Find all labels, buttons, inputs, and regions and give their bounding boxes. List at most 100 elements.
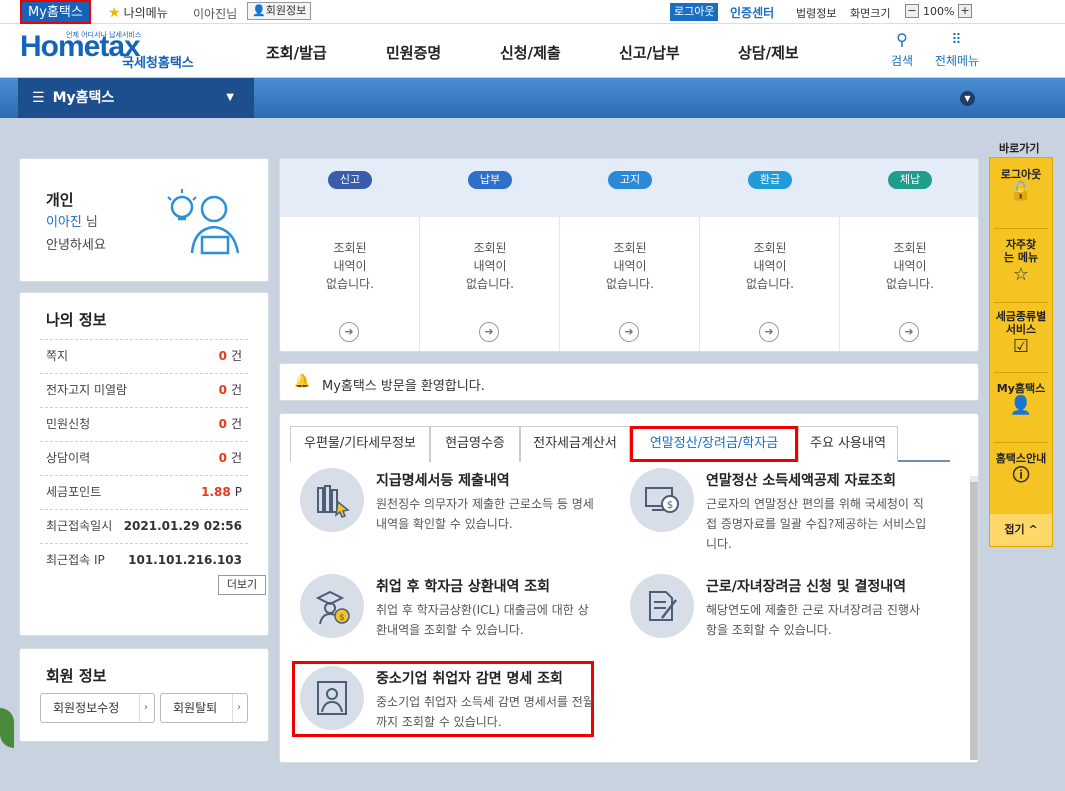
welcome-notice: 🔔 My홈택스 방문을 환영합니다. — [279, 363, 979, 401]
hometax-logo[interactable]: 언제 어디서나 납세서비스 Hometax 국세청홈택스 — [20, 30, 200, 74]
quick-favorites[interactable]: 자주찾는 메뉴 ☆ — [990, 238, 1052, 285]
info-count: 0 — [218, 349, 227, 363]
service-title: 취업 후 학자금 상환내역 조회 — [376, 579, 551, 595]
nav-report-pay[interactable]: 신고/납부 — [619, 42, 680, 63]
status-panel: 신고 조회된 내역이 없습니다. ➜ 납부 조회된 내역이 없습니다. ➜ 고지 조회된… — [279, 158, 979, 352]
member-info-button[interactable]: 👤회원정보 — [247, 2, 312, 20]
tab-mail[interactable]: 우편물/기타세무정보 — [290, 426, 430, 462]
status-badge: 신고 — [328, 171, 372, 189]
info-label: 전자고지 미열람 — [46, 383, 128, 397]
search-icon: ⚲ — [896, 30, 908, 49]
info-label: 쪽지 — [46, 349, 69, 363]
tab-cash-receipt[interactable]: 현금영수증 — [430, 426, 520, 462]
zoom-in-button[interactable]: + — [958, 4, 972, 18]
nav-civil-cert[interactable]: 민원증명 — [386, 42, 441, 63]
leaf-decoration — [0, 708, 14, 748]
quick-logout[interactable]: 로그아웃 🔓 — [990, 168, 1052, 202]
service-sme-exemption[interactable]: 중소기업 취업자 감면 명세 조회 중소기업 취업자 소득세 감면 명세서를 전… — [300, 666, 600, 752]
nav-inquiry[interactable]: 조회/발급 — [266, 42, 327, 63]
bell-icon: 🔔 — [294, 374, 311, 389]
info-row-e-notice[interactable]: 전자고지 미열람 0 건 — [40, 373, 248, 406]
chevron-up-icon: ^ — [1028, 523, 1038, 536]
arrow-right-icon[interactable]: ➜ — [899, 322, 919, 342]
collapse-label: 접기 — [1004, 523, 1025, 536]
info-row-consult[interactable]: 상담이력 0 건 — [40, 441, 248, 474]
quick-my-hometax[interactable]: My홈택스 👤 — [990, 382, 1052, 415]
service-payment-statement[interactable]: 지급명세서등 제출내역 원천징수 의무자가 제출한 근로소득 등 명세내역을 확… — [300, 468, 600, 554]
my-hometax-dropdown[interactable]: ☰ My홈택스 ▼ — [18, 78, 254, 118]
info-unit: 건 — [230, 383, 242, 397]
info-value: 101.101.216.103 — [128, 553, 242, 567]
withdraw-button[interactable]: 회원탈퇴 › — [160, 693, 248, 723]
chevron-down-icon[interactable]: ▼ — [960, 91, 975, 106]
service-desc: 원천징수 의무자가 제출한 근로소득 등 명세내역을 확인할 수 있습니다. — [376, 497, 594, 531]
tab-e-invoice[interactable]: 전자세금계산서 — [520, 426, 630, 462]
info-count: 0 — [218, 451, 227, 465]
nav-apply[interactable]: 신청/제출 — [500, 42, 561, 63]
all-menu-button[interactable]: ⠿ 전체메뉴 — [930, 32, 984, 69]
service-tabs: 우편물/기타세무정보 현금영수증 전자세금계산서 연말정산/장려금/학자금 주요… — [290, 426, 950, 462]
info-row-tax-point[interactable]: 세금포인트 1.88 P — [40, 475, 248, 508]
status-message: 조회된 내역이 없습니다. — [466, 241, 514, 291]
scrollbar-thumb[interactable] — [970, 482, 978, 760]
search-button[interactable]: ⚲ 검색 — [888, 32, 916, 69]
edit-member-label: 회원정보수정 — [53, 701, 120, 715]
info-unit: 건 — [230, 349, 242, 363]
edit-member-button[interactable]: 회원정보수정 › — [40, 693, 155, 723]
zoom-out-button[interactable]: − — [905, 4, 919, 18]
my-menu-link[interactable]: ★ 나의메뉴 — [108, 4, 168, 21]
checkbox-icon: ☑ — [1012, 336, 1030, 357]
quick-links-title: 바로가기 — [999, 142, 1040, 155]
member-info-label: 회원정보 — [265, 4, 307, 17]
arrow-right-icon[interactable]: ➜ — [759, 322, 779, 342]
quick-label: My홈택스 — [996, 382, 1046, 395]
arrow-right-icon[interactable]: ➜ — [479, 322, 499, 342]
info-count: 0 — [218, 417, 227, 431]
arrow-right-icon[interactable]: ➜ — [339, 322, 359, 342]
quick-links-bar: 로그아웃 🔓 자주찾는 메뉴 ☆ 세금종류별 서비스 ☑ My홈택스 👤 홈택스안내 🛈 … — [989, 157, 1053, 547]
tab-usage[interactable]: 주요 사용내역 — [798, 426, 898, 462]
caret-down-icon: ▼ — [226, 92, 234, 103]
status-badge: 환급 — [748, 171, 792, 189]
greeting-text: 안녕하세요 — [46, 238, 106, 253]
star-icon: ☆ — [1012, 264, 1030, 285]
logout-button[interactable]: 로그아웃 — [670, 3, 719, 21]
all-menu-label: 전체메뉴 — [934, 54, 980, 68]
user-greeting-name: 이아진 님 — [46, 211, 98, 230]
user-icon: 👤 — [252, 4, 266, 17]
nav-consult[interactable]: 상담/제보 — [738, 42, 799, 63]
service-work-incentive[interactable]: 근로/자녀장려금 신청 및 결정내역 해당연도에 제출한 근로 자녀장려금 진행… — [630, 574, 930, 660]
info-row-note[interactable]: 쪽지 0 건 — [40, 339, 248, 372]
status-message: 조회된 내역이 없습니다. — [326, 241, 374, 291]
info-row-civil[interactable]: 민원신청 0 건 — [40, 407, 248, 440]
more-button[interactable]: 더보기 — [218, 575, 266, 595]
star-icon: ★ — [108, 5, 121, 21]
law-info-link[interactable]: 법령정보 — [796, 5, 836, 21]
service-student-loan[interactable]: $ 취업 후 학자금 상환내역 조회 취업 후 학자금상환(ICL) 대출금에 … — [300, 574, 600, 660]
info-unit: 건 — [230, 451, 242, 465]
quick-tax-services[interactable]: 세금종류별 서비스 ☑ — [990, 310, 1052, 357]
status-message: 조회된 내역이 없습니다. — [606, 241, 654, 291]
service-year-end-data[interactable]: $ 연말정산 소득세액공제 자료조회 근로자의 연말정산 편의를 위해 국세청이… — [630, 468, 930, 554]
info-row-last-ip: 최근접속 IP 101.101.216.103 — [40, 543, 248, 576]
grid-icon: ⠿ — [951, 32, 963, 48]
document-pen-icon — [630, 574, 694, 638]
logo-subname: 국세청홈택스 — [122, 56, 194, 71]
status-refund: 환급 조회된 내역이 없습니다. ➜ — [700, 159, 840, 351]
scrollbar[interactable] — [970, 476, 978, 760]
tab-year-end[interactable]: 연말정산/장려금/학자금 — [630, 426, 798, 462]
info-unit: P — [234, 485, 242, 499]
unlock-icon: 🔓 — [1009, 181, 1033, 202]
quick-label: 홈택스안내 — [995, 452, 1047, 465]
status-payment: 납부 조회된 내역이 없습니다. ➜ — [420, 159, 560, 351]
my-menu-label: 나의메뉴 — [123, 6, 168, 20]
chevron-right-icon: › — [139, 694, 148, 722]
quick-guide[interactable]: 홈택스안내 🛈 — [990, 452, 1052, 485]
arrow-right-icon[interactable]: ➜ — [619, 322, 639, 342]
info-count: 1.88 — [201, 485, 231, 499]
user-name: 이아진님 — [193, 7, 238, 21]
user-suffix: 님 — [85, 215, 98, 230]
collapse-button[interactable]: 접기 ^ — [990, 514, 1052, 546]
my-hometax-link[interactable]: My홈택스 — [20, 0, 91, 24]
cert-center-link[interactable]: 인증센터 — [730, 4, 774, 21]
